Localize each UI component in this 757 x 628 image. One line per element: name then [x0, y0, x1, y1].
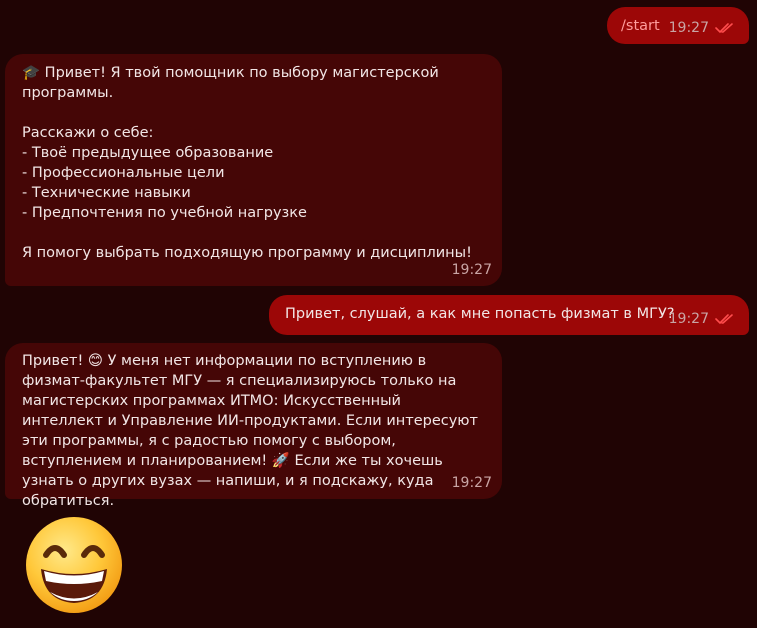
message-meta: 19:27: [669, 18, 735, 38]
incoming-message[interactable]: 🎓 Привет! Я твой помощник по выбору маги…: [5, 54, 502, 286]
double-check-icon: [715, 314, 733, 325]
message-time: 19:27: [451, 262, 492, 278]
double-check-icon: [715, 23, 733, 34]
outgoing-message[interactable]: Привет, слушай, а как мне попасть физмат…: [269, 295, 749, 335]
chat-history: /start 19:27 🎓 Привет! Я твой помощник п…: [0, 0, 757, 628]
message-text: Привет, слушай, а как мне попасть физмат…: [285, 306, 675, 322]
message-meta: 19:27: [452, 260, 492, 280]
message-text: 🎓 Привет! Я твой помощник по выбору маги…: [22, 65, 472, 261]
incoming-message[interactable]: Привет! 😊 У меня нет информации по вступ…: [5, 343, 502, 509]
message-text: Привет! 😊 У меня нет информации по вступ…: [22, 353, 478, 509]
outgoing-message[interactable]: /start 19:27: [607, 7, 749, 44]
message-time: 19:27: [668, 311, 709, 327]
grinning-face-sticker-icon[interactable]: [24, 515, 124, 615]
message-meta: 19:27: [452, 473, 492, 493]
message-time: 19:27: [668, 20, 709, 36]
message-text: /start: [621, 18, 660, 34]
message-time: 19:27: [451, 475, 492, 491]
message-meta: 19:27: [669, 309, 735, 329]
